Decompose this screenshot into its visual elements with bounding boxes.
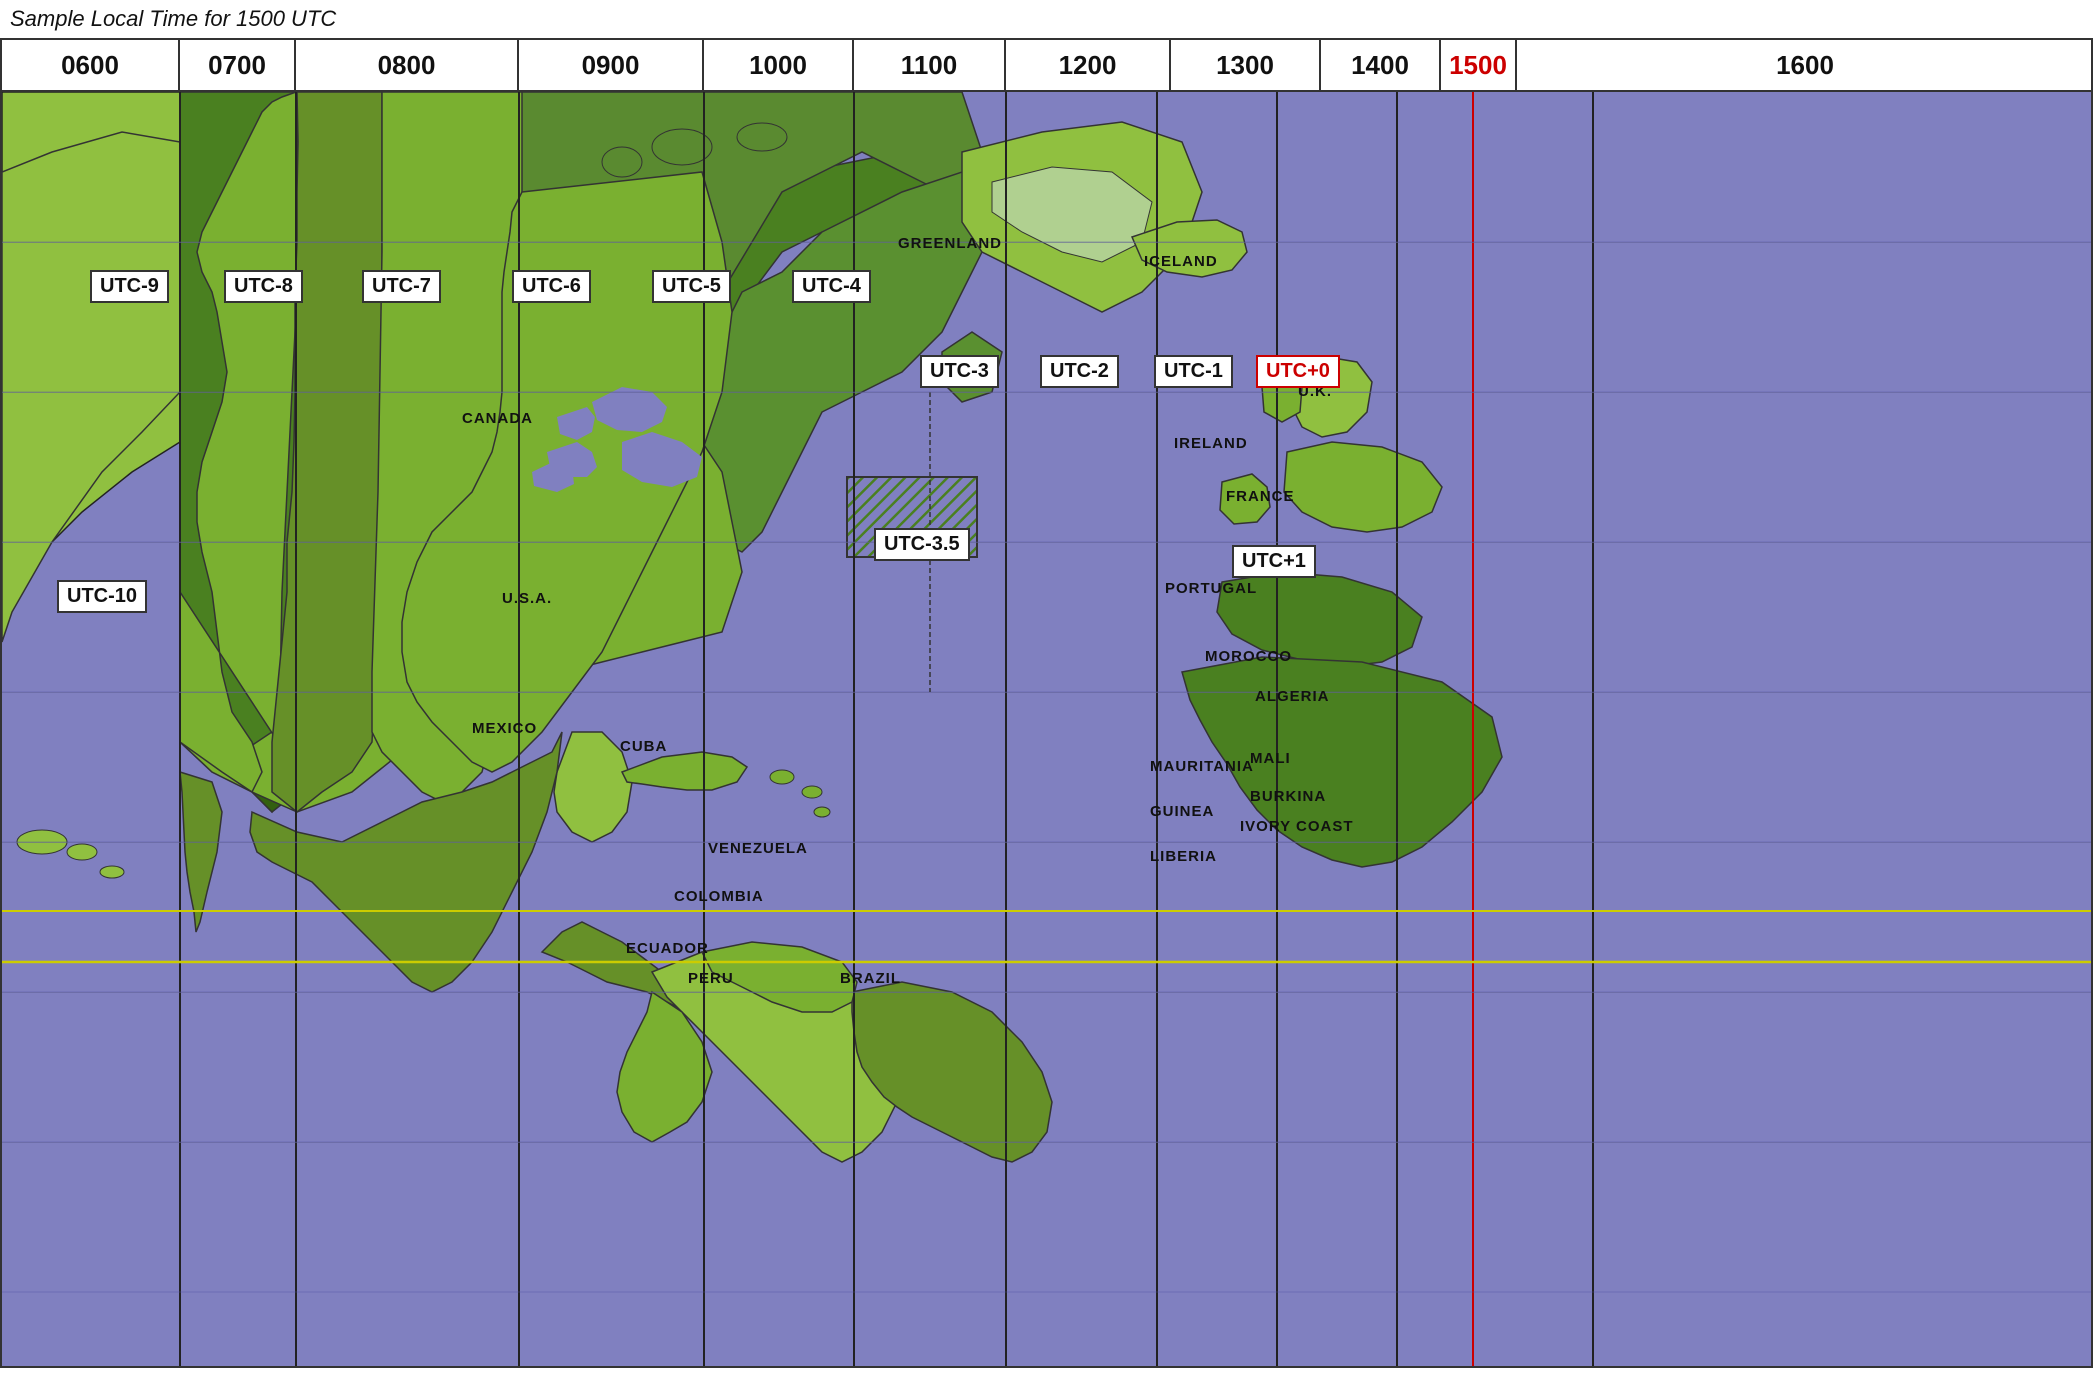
utc-9-label: UTC-9 (90, 270, 169, 303)
time-cell-1100: 1100 (854, 40, 1006, 90)
utc-1-label: UTC-1 (1154, 355, 1233, 388)
utc-7-label: UTC-7 (362, 270, 441, 303)
time-cell-1400: 1400 (1321, 40, 1441, 90)
utc-2-label: UTC-2 (1040, 355, 1119, 388)
map-container: 0600070008000900100011001200130014001500… (0, 38, 2093, 1368)
equator-line (2, 910, 2091, 912)
time-cell-1500: 1500 (1441, 40, 1517, 90)
utc-0-label: UTC+0 (1256, 355, 1340, 388)
time-cell-0600: 0600 (2, 40, 180, 90)
utc-8-label: UTC-8 (224, 270, 303, 303)
utc-plus1-label: UTC+1 (1232, 545, 1316, 578)
utc-6-label: UTC-6 (512, 270, 591, 303)
page-title: Sample Local Time for 1500 UTC (0, 0, 2093, 38)
map-svg (2, 92, 2093, 1368)
time-cell-1000: 1000 (704, 40, 854, 90)
time-cell-1300: 1300 (1171, 40, 1321, 90)
grid-h-4 (2, 692, 2091, 693)
grid-h-2 (2, 392, 2091, 393)
utc-10-label: UTC-10 (57, 580, 147, 613)
utc-5-label: UTC-5 (652, 270, 731, 303)
time-header: 0600070008000900100011001200130014001500… (2, 40, 2091, 92)
time-cell-0900: 0900 (519, 40, 704, 90)
grid-h-5 (2, 842, 2091, 843)
utc-3-label: UTC-3 (920, 355, 999, 388)
grid-h-3 (2, 542, 2091, 543)
grid-h-1 (2, 242, 2091, 243)
utc-35-label: UTC-3.5 (874, 528, 970, 561)
time-cell-1600: 1600 (1517, 40, 2093, 90)
time-cell-0700: 0700 (180, 40, 296, 90)
grid-h-6 (2, 992, 2091, 993)
grid-h-7 (2, 1142, 2091, 1143)
time-cell-0800: 0800 (296, 40, 519, 90)
utc-4-label: UTC-4 (792, 270, 871, 303)
time-cell-1200: 1200 (1006, 40, 1171, 90)
